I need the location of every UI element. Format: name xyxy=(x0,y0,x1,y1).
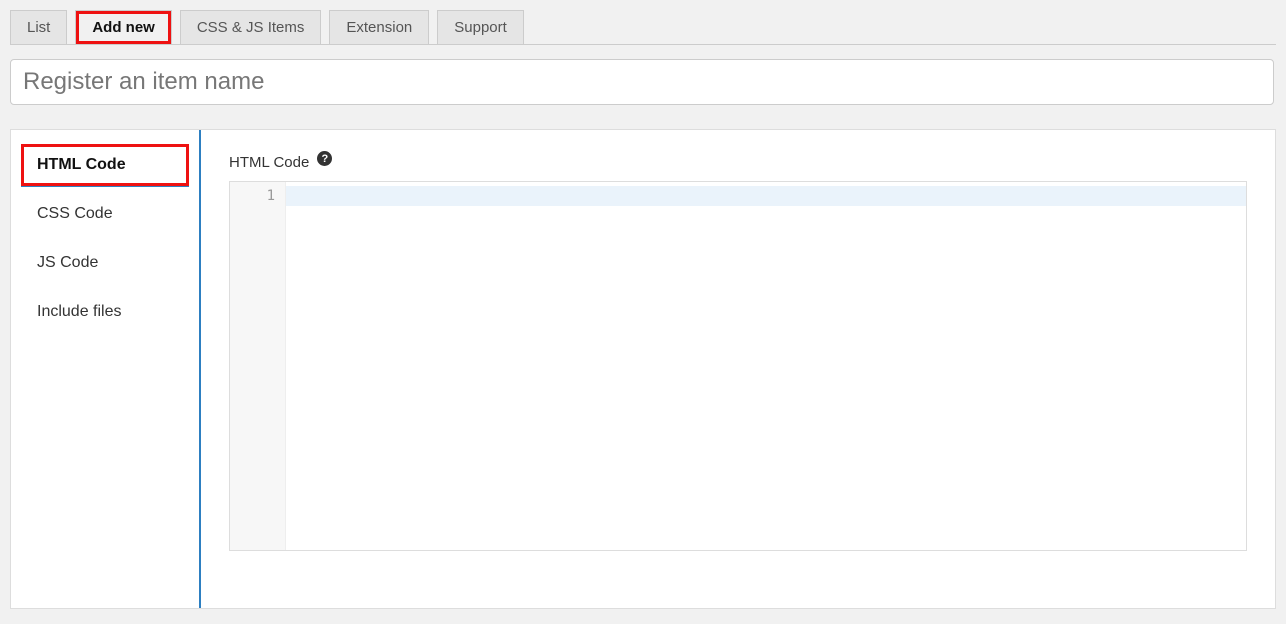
sidebar-item-css-code[interactable]: CSS Code xyxy=(21,193,189,236)
sidebar-item-js-code[interactable]: JS Code xyxy=(21,242,189,285)
editor-gutter: 1 xyxy=(230,182,286,550)
code-editor[interactable]: 1 xyxy=(229,181,1247,551)
item-name-input[interactable] xyxy=(10,59,1274,105)
editor-label-row: HTML Code ? xyxy=(229,154,1247,171)
help-icon[interactable]: ? xyxy=(317,151,332,166)
tab-extension[interactable]: Extension xyxy=(329,10,429,44)
editor-panel: HTML Code CSS Code JS Code Include files… xyxy=(10,129,1276,609)
sidebar-item-include-files[interactable]: Include files xyxy=(21,291,189,334)
tab-add-new[interactable]: Add new xyxy=(75,10,172,44)
code-line[interactable] xyxy=(286,186,1246,206)
tab-css-js-items[interactable]: CSS & JS Items xyxy=(180,10,322,44)
editor-sidebar: HTML Code CSS Code JS Code Include files xyxy=(11,130,201,608)
editor-label: HTML Code xyxy=(229,154,309,171)
line-number: 1 xyxy=(234,186,275,206)
tab-row: List Add new CSS & JS Items Extension Su… xyxy=(10,10,1276,45)
tab-list[interactable]: List xyxy=(10,10,67,44)
editor-code-area[interactable] xyxy=(286,182,1246,550)
tab-support[interactable]: Support xyxy=(437,10,524,44)
editor-main: HTML Code ? 1 xyxy=(201,130,1275,608)
sidebar-item-html-code[interactable]: HTML Code xyxy=(21,144,189,187)
